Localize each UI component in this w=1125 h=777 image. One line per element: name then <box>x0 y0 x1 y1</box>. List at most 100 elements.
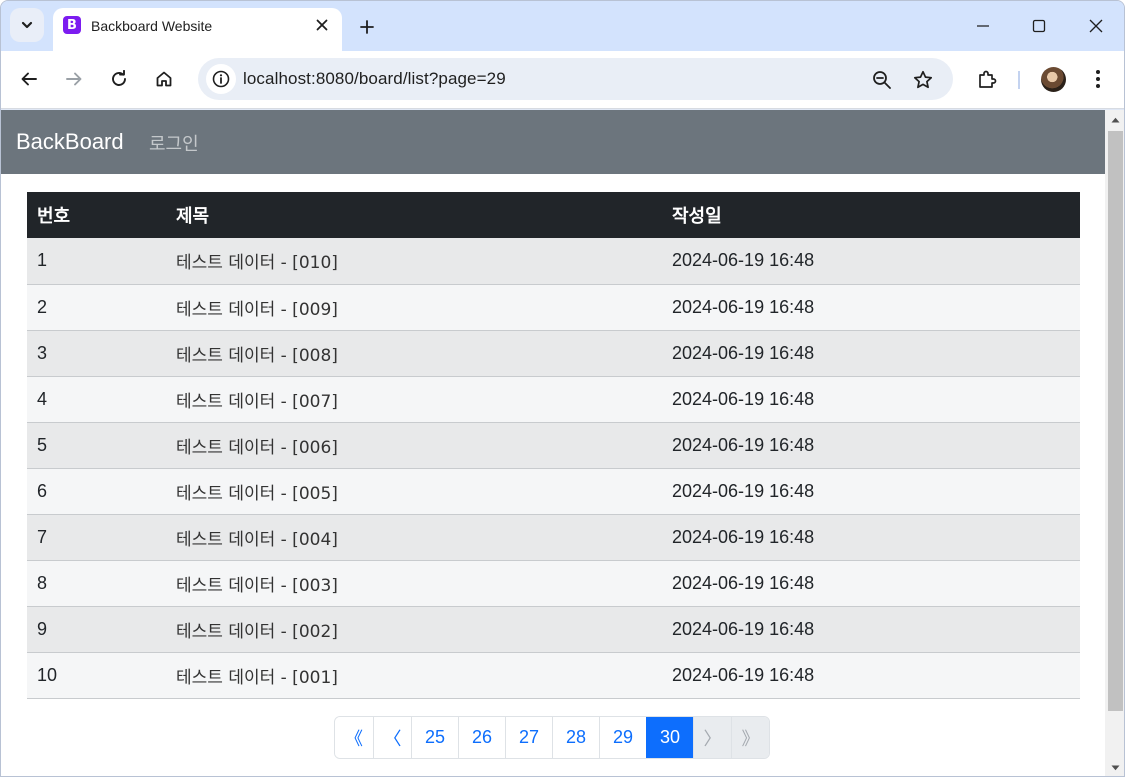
zoom-button[interactable] <box>869 67 895 93</box>
page-link-27[interactable]: 27 <box>505 717 552 758</box>
row-number: 5 <box>27 422 166 469</box>
row-title-cell: 테스트 데이터 - [009] <box>166 284 662 331</box>
row-number: 4 <box>27 376 166 423</box>
row-title-cell: 테스트 데이터 - [005] <box>166 468 662 515</box>
board-table: 번호 제목 작성일 1 테스트 데이터 - [010] 2024-06-19 1… <box>27 192 1080 699</box>
browser-toolbar: localhost:8080/board/list?page=29 <box>1 51 1124 109</box>
info-icon <box>212 70 230 88</box>
star-icon <box>913 70 933 89</box>
page-link-30-active[interactable]: 30 <box>646 717 693 758</box>
page-link-26[interactable]: 26 <box>458 717 505 758</box>
scroll-down-button[interactable] <box>1105 758 1124 776</box>
row-number: 7 <box>27 514 166 561</box>
back-button[interactable] <box>12 62 46 96</box>
row-title-cell: 테스트 데이터 - [004] <box>166 514 662 561</box>
menu-button[interactable] <box>1082 63 1114 95</box>
table-row[interactable]: 4 테스트 데이터 - [007] 2024-06-19 16:48 <box>27 376 1080 423</box>
table-row[interactable]: 9 테스트 데이터 - [002] 2024-06-19 16:48 <box>27 606 1080 653</box>
minimize-button[interactable] <box>963 9 1003 43</box>
row-title-cell: 테스트 데이터 - [010] <box>166 238 662 285</box>
page-viewport: BackBoard 로그인 번호 제목 작성일 1 테스트 데이터 - [010… <box>1 110 1105 776</box>
table-row[interactable]: 5 테스트 데이터 - [006] 2024-06-19 16:48 <box>27 422 1080 469</box>
page-scrollbar[interactable] <box>1105 110 1124 776</box>
page-link-29[interactable]: 29 <box>599 717 646 758</box>
row-date: 2024-06-19 16:48 <box>662 422 1080 469</box>
table-row[interactable]: 3 테스트 데이터 - [008] 2024-06-19 16:48 <box>27 330 1080 377</box>
row-number: 1 <box>27 238 166 285</box>
scroll-up-button[interactable] <box>1105 110 1124 130</box>
page-first-button[interactable]: 《 <box>335 717 373 758</box>
pagination: 《 〈 25 26 27 28 29 30 〉 》 <box>334 716 770 759</box>
row-title-link[interactable]: 테스트 데이터 - [010] <box>176 253 338 273</box>
row-date: 2024-06-19 16:48 <box>662 514 1080 561</box>
table-row[interactable]: 10 테스트 데이터 - [001] 2024-06-19 16:48 <box>27 652 1080 699</box>
forward-button[interactable] <box>57 62 91 96</box>
row-title-link[interactable]: 테스트 데이터 - [001] <box>176 668 338 688</box>
row-date: 2024-06-19 16:48 <box>662 468 1080 515</box>
site-navbar: BackBoard 로그인 <box>1 110 1105 174</box>
toolbar-divider <box>1018 71 1020 89</box>
address-bar[interactable]: localhost:8080/board/list?page=29 <box>198 58 953 100</box>
minimize-icon <box>977 25 989 27</box>
row-number: 6 <box>27 468 166 515</box>
tab-close-button[interactable] <box>311 14 333 36</box>
row-title-cell: 테스트 데이터 - [006] <box>166 422 662 469</box>
page-link-28[interactable]: 28 <box>552 717 599 758</box>
page-prev-button[interactable]: 〈 <box>373 717 411 758</box>
row-title-link[interactable]: 테스트 데이터 - [002] <box>176 622 338 642</box>
nav-login-link[interactable]: 로그인 <box>149 130 199 156</box>
table-row[interactable]: 1 테스트 데이터 - [010] 2024-06-19 16:48 <box>27 238 1080 285</box>
table-row[interactable]: 6 테스트 데이터 - [005] 2024-06-19 16:48 <box>27 468 1080 515</box>
header-date: 작성일 <box>662 192 1080 238</box>
new-tab-button[interactable] <box>353 13 381 41</box>
table-row[interactable]: 2 테스트 데이터 - [009] 2024-06-19 16:48 <box>27 284 1080 331</box>
row-title-link[interactable]: 테스트 데이터 - [004] <box>176 530 338 550</box>
table-row[interactable]: 7 테스트 데이터 - [004] 2024-06-19 16:48 <box>27 514 1080 561</box>
row-number: 9 <box>27 606 166 653</box>
row-title-link[interactable]: 테스트 데이터 - [008] <box>176 346 338 366</box>
browser-tab[interactable]: B Backboard Website <box>53 8 342 51</box>
row-title-cell: 테스트 데이터 - [002] <box>166 606 662 653</box>
row-date: 2024-06-19 16:48 <box>662 560 1080 607</box>
page-link-25[interactable]: 25 <box>411 717 458 758</box>
window-close-button[interactable] <box>1076 9 1116 43</box>
triangle-down-icon <box>1111 765 1120 771</box>
maximize-icon <box>1032 19 1046 33</box>
url-text: localhost:8080/board/list?page=29 <box>243 69 506 88</box>
row-date: 2024-06-19 16:48 <box>662 238 1080 285</box>
profile-avatar[interactable] <box>1041 67 1066 92</box>
scrollbar-thumb[interactable] <box>1108 131 1123 711</box>
table-row[interactable]: 8 테스트 데이터 - [003] 2024-06-19 16:48 <box>27 560 1080 607</box>
home-button[interactable] <box>147 62 181 96</box>
site-info-button[interactable] <box>206 64 236 94</box>
navbar-brand[interactable]: BackBoard <box>16 129 124 155</box>
row-number: 2 <box>27 284 166 331</box>
row-title-link[interactable]: 테스트 데이터 - [006] <box>176 438 338 458</box>
browser-window: B Backboard Website localhost:8080/board… <box>0 0 1125 777</box>
row-title-link[interactable]: 테스트 데이터 - [009] <box>176 300 338 320</box>
row-number: 3 <box>27 330 166 377</box>
page-next-button: 〉 <box>693 717 731 758</box>
zoom-out-icon <box>873 71 891 89</box>
home-icon <box>156 71 172 87</box>
tab-search-button[interactable] <box>10 8 44 42</box>
page-last-button: 》 <box>731 717 769 758</box>
row-date: 2024-06-19 16:48 <box>662 606 1080 653</box>
maximize-button[interactable] <box>1019 9 1059 43</box>
arrow-left-icon <box>21 72 37 86</box>
bookmark-button[interactable] <box>910 67 936 93</box>
row-date: 2024-06-19 16:48 <box>662 284 1080 331</box>
more-vertical-icon <box>1096 70 1100 88</box>
row-title-link[interactable]: 테스트 데이터 - [003] <box>176 576 338 596</box>
row-title-link[interactable]: 테스트 데이터 - [005] <box>176 484 338 504</box>
plus-icon <box>360 20 374 34</box>
row-title-link[interactable]: 테스트 데이터 - [007] <box>176 392 338 412</box>
row-title-cell: 테스트 데이터 - [003] <box>166 560 662 607</box>
extensions-button[interactable] <box>971 63 1003 95</box>
row-title-cell: 테스트 데이터 - [008] <box>166 330 662 377</box>
reload-icon <box>112 70 126 86</box>
reload-button[interactable] <box>102 62 136 96</box>
arrow-right-icon <box>66 72 82 86</box>
close-icon <box>316 19 328 31</box>
row-title-cell: 테스트 데이터 - [001] <box>166 652 662 699</box>
